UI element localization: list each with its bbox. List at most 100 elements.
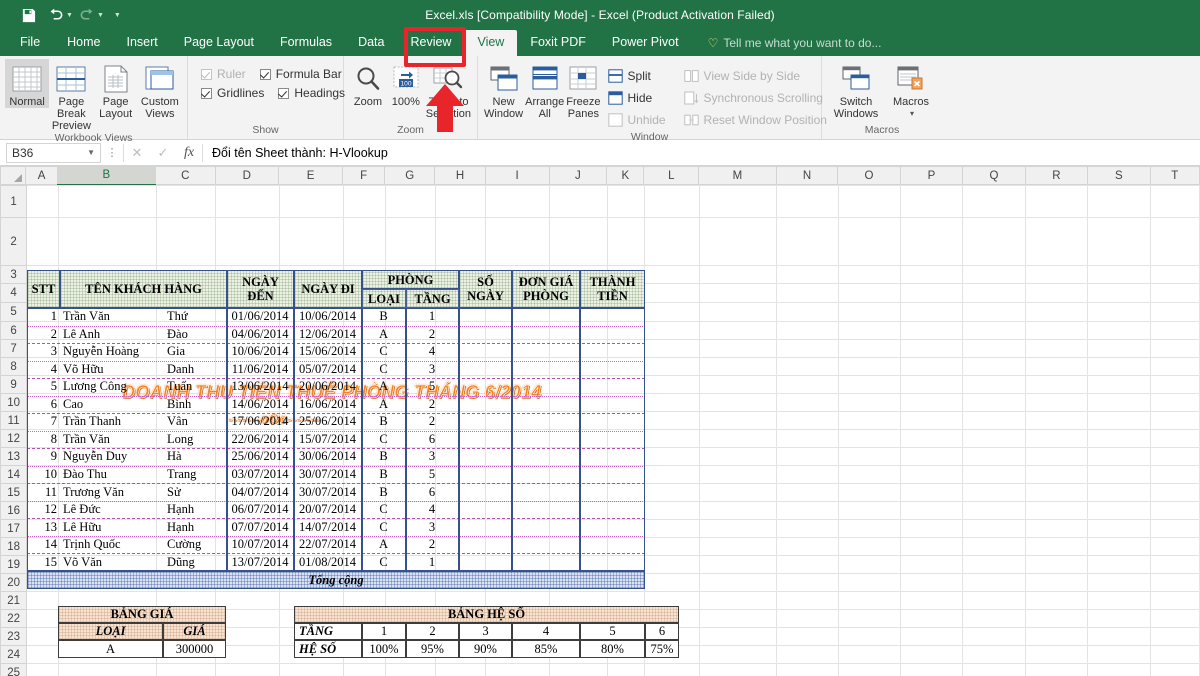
grid-cell[interactable] [550,186,608,218]
grid-cell[interactable] [963,502,1025,520]
grid-cell[interactable] [216,340,279,358]
grid-cell[interactable] [344,538,386,556]
grid-cell[interactable] [1025,218,1087,266]
grid-cell[interactable] [27,556,58,574]
grid-cell[interactable] [156,284,216,303]
column-header-m[interactable]: M [699,167,777,185]
row-header-7[interactable]: 7 [1,340,27,358]
grid-cell[interactable] [156,574,216,592]
grid-cell[interactable] [27,303,58,322]
grid-cell[interactable] [550,664,608,676]
grid-cell[interactable] [279,358,343,376]
row-header-2[interactable]: 2 [1,218,27,266]
grid-cell[interactable] [550,394,608,412]
grid-cell[interactable] [963,376,1025,394]
grid-cell[interactable] [58,502,156,520]
row-header-13[interactable]: 13 [1,448,27,466]
grid-cell[interactable] [156,520,216,538]
customize-qat-icon[interactable]: ▼ [114,12,121,19]
grid-cell[interactable] [344,358,386,376]
row-header-3[interactable]: 3 [1,266,27,284]
page-layout-button[interactable]: Page Layout [94,59,138,120]
grid-cell[interactable] [58,358,156,376]
grid-cell[interactable] [216,610,279,628]
grid-cell[interactable] [1150,430,1199,448]
grid-cell[interactable] [344,646,386,664]
grid-cell[interactable] [156,466,216,484]
grid-cell[interactable] [901,376,963,394]
grid-cell[interactable] [385,376,435,394]
grid-cell[interactable] [385,592,435,610]
grid-cell[interactable] [1088,520,1150,538]
grid-cell[interactable] [699,502,777,520]
grid-cell[interactable] [901,266,963,284]
grid-cell[interactable] [607,394,644,412]
grid-cell[interactable] [58,266,156,284]
grid-cell[interactable] [156,538,216,556]
grid-cell[interactable] [1025,186,1087,218]
grid-cell[interactable] [1025,284,1087,303]
grid-cell[interactable] [27,376,58,394]
grid-cell[interactable] [550,556,608,574]
grid-cell[interactable] [1088,610,1150,628]
grid-cell[interactable] [699,538,777,556]
grid-cell[interactable] [699,610,777,628]
grid-cell[interactable] [550,412,608,430]
grid-cell[interactable] [1088,218,1150,266]
grid-cell[interactable] [777,556,838,574]
normal-view-button[interactable]: Normal [5,59,49,108]
grid-cell[interactable] [485,358,549,376]
grid-cell[interactable] [777,394,838,412]
grid-cell[interactable] [344,448,386,466]
grid-cell[interactable] [607,448,644,466]
grid-cell[interactable] [58,466,156,484]
grid-cell[interactable] [1150,358,1199,376]
grid-cell[interactable] [550,448,608,466]
grid-cell[interactable] [901,448,963,466]
grid-cell[interactable] [385,484,435,502]
grid-cell[interactable] [550,284,608,303]
grid-cell[interactable] [963,266,1025,284]
grid-cell[interactable] [279,376,343,394]
grid-cell[interactable] [607,430,644,448]
row-header-24[interactable]: 24 [1,646,27,664]
grid-cell[interactable] [1150,186,1199,218]
grid-cell[interactable] [644,610,699,628]
grid-cell[interactable] [1150,592,1199,610]
grid-cell[interactable] [550,322,608,340]
tab-home[interactable]: Home [54,30,113,56]
grid-cell[interactable] [838,186,900,218]
grid-cell[interactable] [607,186,644,218]
grid-cell[interactable] [279,430,343,448]
page-break-preview-button[interactable]: Page Break Preview [49,59,93,132]
grid-cell[interactable] [216,502,279,520]
row-header-9[interactable]: 9 [1,376,27,394]
grid-cell[interactable] [385,466,435,484]
grid-cell[interactable] [385,448,435,466]
grid-cell[interactable] [279,186,343,218]
grid-cell[interactable] [435,556,485,574]
grid-cell[interactable] [777,218,838,266]
grid-cell[interactable] [58,592,156,610]
grid-cell[interactable] [156,502,216,520]
column-header-p[interactable]: P [900,167,962,185]
grid-cell[interactable] [58,664,156,676]
grid-cell[interactable] [550,592,608,610]
grid-cell[interactable] [279,592,343,610]
grid-cell[interactable] [644,646,699,664]
grid-cell[interactable] [279,322,343,340]
column-header-f[interactable]: F [343,167,385,185]
column-header-h[interactable]: H [435,167,485,185]
grid-cell[interactable] [156,266,216,284]
grid-cell[interactable] [1025,430,1087,448]
grid-cell[interactable] [1025,448,1087,466]
grid-cell[interactable] [1088,322,1150,340]
row-header-4[interactable]: 4 [1,284,27,303]
grid-cell[interactable] [435,592,485,610]
grid-cell[interactable] [963,664,1025,676]
grid-cell[interactable] [550,574,608,592]
grid-cell[interactable] [344,610,386,628]
grid-cell[interactable] [485,610,549,628]
grid-cell[interactable] [963,218,1025,266]
grid-cell[interactable] [1150,340,1199,358]
